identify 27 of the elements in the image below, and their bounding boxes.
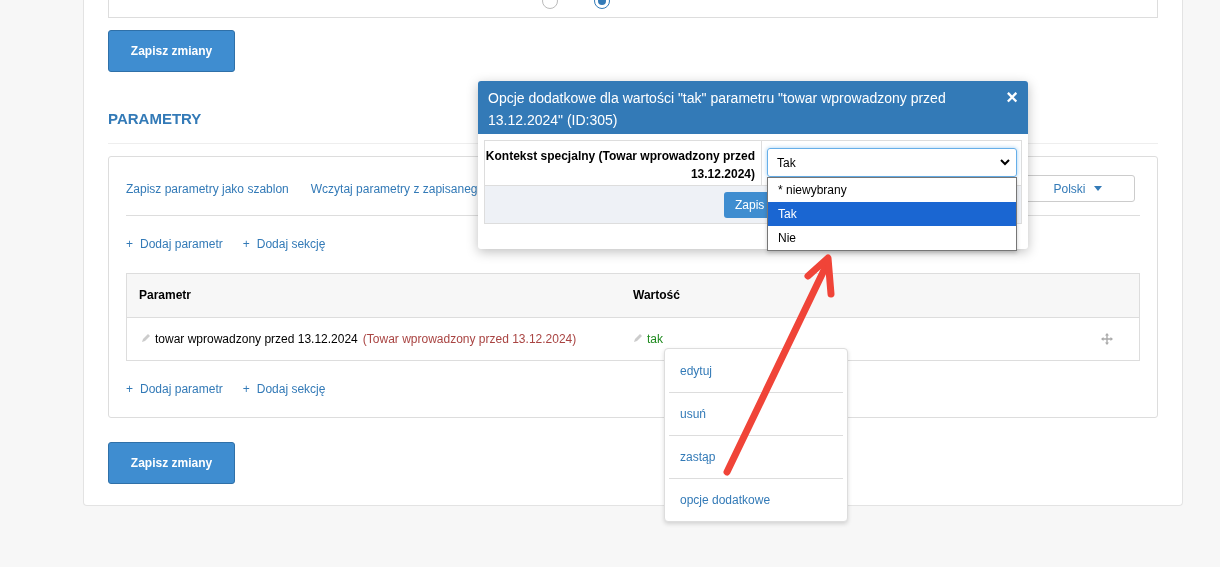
- pencil-icon[interactable]: [141, 334, 150, 343]
- add-link[interactable]: + Dodaj sekcję: [242, 379, 326, 398]
- add-link[interactable]: + Dodaj sekcję: [242, 235, 326, 253]
- dropdown-option[interactable]: Nie: [768, 226, 1016, 250]
- toolbar-link[interactable]: Wczytaj parametry z zapisaneg: [310, 179, 478, 198]
- save-changes-button[interactable]: Zapisz zmiany: [108, 441, 235, 484]
- add-link[interactable]: + Dodaj parametr: [126, 379, 223, 398]
- close-button[interactable]: ×: [1006, 87, 1018, 107]
- parameter-context: (Towar wprowadzony przed 13.12.2024): [362, 330, 577, 348]
- column-header: Wartość: [633, 287, 680, 304]
- parameter-value[interactable]: tak: [647, 329, 663, 348]
- caret-icon: [1093, 186, 1102, 191]
- menu-item[interactable]: opcje dodatkowe: [669, 478, 843, 521]
- dropdown-option[interactable]: Tak: [768, 202, 1016, 226]
- menu-item[interactable]: zastąp: [669, 435, 843, 478]
- select-field[interactable]: Tak: [767, 148, 1017, 177]
- toolbar-link[interactable]: Zapisz parametry jako szablon: [126, 179, 289, 198]
- move-icon[interactable]: [1101, 332, 1113, 345]
- menu-item[interactable]: usuń: [669, 392, 843, 435]
- column-header: Parametr: [138, 287, 193, 304]
- save-changes-button[interactable]: Zapisz zmiany: [108, 30, 235, 72]
- menu-item[interactable]: edytuj: [669, 349, 843, 392]
- pencil-icon[interactable]: [633, 334, 642, 343]
- chevron-down-icon: [1000, 159, 1010, 166]
- field-label: Kontekst specjalny (Towar wprowadzony przed 13.12.2024): [485, 141, 762, 185]
- add-link[interactable]: + Dodaj parametr: [126, 235, 223, 253]
- parameter-name: towar wprowadzony przed 13.12.2024: [155, 330, 358, 348]
